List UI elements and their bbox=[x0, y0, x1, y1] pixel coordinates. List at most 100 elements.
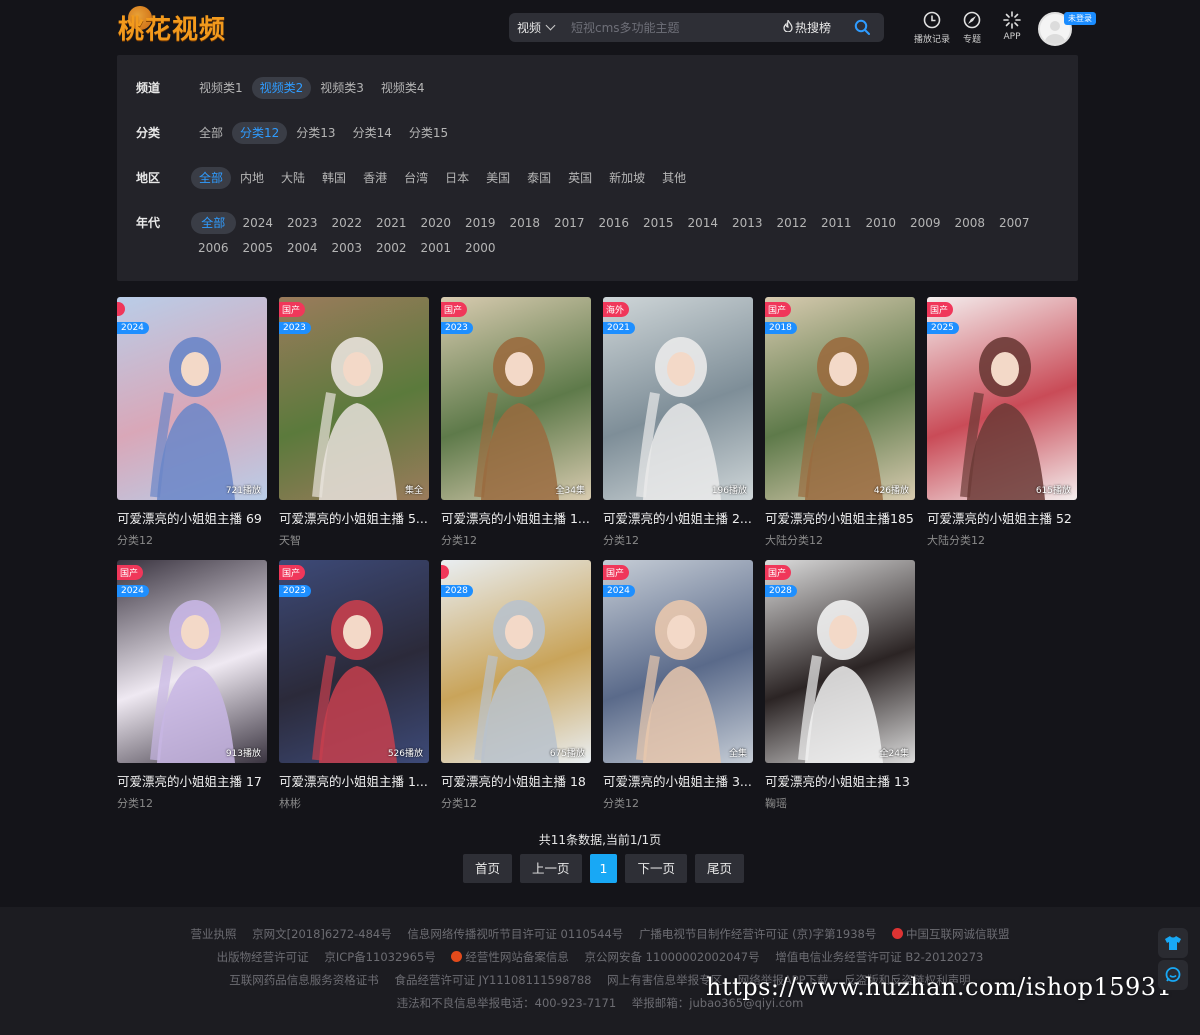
filter-option[interactable]: 2018 bbox=[503, 212, 548, 234]
filter-option[interactable]: 视频类1 bbox=[191, 77, 251, 99]
video-card[interactable]: 国产 2023 全34集可爱漂亮的小姐姐主播 1... 分类12 bbox=[441, 297, 591, 548]
filter-option[interactable]: 2000 bbox=[458, 237, 503, 259]
footer-link[interactable]: 增值电信业务经营许可证 B2-20120273 bbox=[775, 950, 983, 964]
filter-option[interactable]: 2008 bbox=[948, 212, 993, 234]
video-title[interactable]: 可爱漂亮的小姐姐主播 17 bbox=[117, 771, 267, 790]
filter-option[interactable]: 2024 bbox=[236, 212, 281, 234]
filter-option[interactable]: 2001 bbox=[414, 237, 459, 259]
nav-app[interactable]: APP bbox=[992, 11, 1032, 45]
footer-link[interactable]: 互联网药品信息服务资格证书 bbox=[229, 973, 379, 987]
filter-option[interactable]: 视频类4 bbox=[373, 77, 433, 99]
filter-option[interactable]: 2002 bbox=[369, 237, 414, 259]
video-subtitle[interactable]: 大陆分类12 bbox=[927, 532, 1077, 548]
filter-option[interactable]: 全部 bbox=[191, 212, 236, 234]
prev-page-button[interactable]: 上一页 bbox=[520, 854, 582, 883]
footer-link[interactable]: 食品经营许可证 JY11108111598788 bbox=[394, 973, 591, 987]
search-icon[interactable] bbox=[854, 19, 870, 35]
filter-option[interactable]: 2014 bbox=[681, 212, 726, 234]
filter-option[interactable]: 2013 bbox=[725, 212, 770, 234]
filter-option[interactable]: 英国 bbox=[560, 167, 600, 189]
video-card[interactable]: 国产 2023 526播放 可爱漂亮的小姐姐主播 1... 林彬 bbox=[279, 560, 429, 811]
video-title[interactable]: 可爱漂亮的小姐姐主播 18 bbox=[441, 771, 591, 790]
video-subtitle[interactable]: 鞠瑶 bbox=[765, 795, 915, 811]
video-thumbnail[interactable]: 海外 2021 196播放 bbox=[603, 297, 753, 500]
video-subtitle[interactable]: 分类12 bbox=[441, 532, 591, 548]
video-title[interactable]: 可爱漂亮的小姐姐主播 13 bbox=[765, 771, 915, 790]
filter-option[interactable]: 视频类2 bbox=[251, 77, 312, 99]
video-subtitle[interactable]: 林彬 bbox=[279, 795, 429, 811]
footer-link[interactable]: 出版物经营许可证 bbox=[217, 950, 309, 964]
filter-option[interactable]: 分类12 bbox=[232, 122, 288, 144]
filter-option[interactable]: 分类14 bbox=[345, 122, 400, 144]
theme-button[interactable] bbox=[1158, 928, 1188, 958]
video-card[interactable]: 国产 2024 全集 可爱漂亮的小姐姐主播 3... 分类12 bbox=[603, 560, 753, 811]
search-category-select[interactable]: 视频 bbox=[509, 19, 561, 36]
filter-option[interactable]: 2017 bbox=[547, 212, 592, 234]
filter-option[interactable]: 2010 bbox=[859, 212, 904, 234]
footer-link[interactable]: 京公网安备 11000002002047号 bbox=[585, 950, 760, 964]
filter-option[interactable]: 新加坡 bbox=[601, 167, 653, 189]
filter-option[interactable]: 大陆 bbox=[273, 167, 313, 189]
filter-option[interactable]: 2020 bbox=[414, 212, 459, 234]
filter-option[interactable]: 2019 bbox=[458, 212, 503, 234]
video-subtitle[interactable]: 分类12 bbox=[603, 532, 753, 548]
video-thumbnail[interactable]: 2024 721播放 bbox=[117, 297, 267, 500]
filter-option[interactable]: 视频类3 bbox=[312, 77, 372, 99]
video-card[interactable]: 国产 2023 集全可爱漂亮的小姐姐主播 5... 天智 bbox=[279, 297, 429, 548]
video-thumbnail[interactable]: 国产 2028 全24集 bbox=[765, 560, 915, 763]
video-thumbnail[interactable]: 国产 2024 全集 bbox=[603, 560, 753, 763]
video-card[interactable]: 国产 2024 913播放可爱漂亮的小姐姐主播 17 分类12 bbox=[117, 560, 267, 811]
video-title[interactable]: 可爱漂亮的小姐姐主播 5... bbox=[279, 508, 429, 527]
footer-link[interactable]: 京网文[2018]6272-484号 bbox=[252, 927, 392, 941]
footer-link-record[interactable]: 经营性网站备案信息 bbox=[451, 950, 569, 964]
video-subtitle[interactable]: 天智 bbox=[279, 532, 429, 548]
filter-option[interactable]: 内地 bbox=[232, 167, 272, 189]
video-thumbnail[interactable]: 国产 2024 913播放 bbox=[117, 560, 267, 763]
video-card[interactable]: 2024 721播放 可爱漂亮的小姐姐主播 69 分类12 bbox=[117, 297, 267, 548]
filter-option[interactable]: 2009 bbox=[903, 212, 948, 234]
video-card[interactable]: 2028 675播放 可爱漂亮的小姐姐主播 18 分类12 bbox=[441, 560, 591, 811]
filter-option[interactable]: 2015 bbox=[636, 212, 681, 234]
nav-topics[interactable]: 专题 bbox=[952, 11, 992, 45]
filter-option[interactable]: 2004 bbox=[280, 237, 325, 259]
filter-option[interactable]: 泰国 bbox=[519, 167, 559, 189]
filter-option[interactable]: 2022 bbox=[325, 212, 370, 234]
video-title[interactable]: 可爱漂亮的小姐姐主播185 bbox=[765, 508, 915, 527]
filter-option[interactable]: 2005 bbox=[236, 237, 281, 259]
filter-option[interactable]: 台湾 bbox=[396, 167, 436, 189]
last-page-button[interactable]: 尾页 bbox=[695, 854, 745, 883]
filter-option[interactable]: 2003 bbox=[325, 237, 370, 259]
filter-option[interactable]: 分类15 bbox=[401, 122, 456, 144]
filter-option[interactable]: 香港 bbox=[355, 167, 395, 189]
video-thumbnail[interactable]: 国产 2023 集全 bbox=[279, 297, 429, 500]
filter-option[interactable]: 2011 bbox=[814, 212, 859, 234]
filter-option[interactable]: 美国 bbox=[478, 167, 518, 189]
nav-history[interactable]: 播放记录 bbox=[912, 11, 952, 45]
video-title[interactable]: 可爱漂亮的小姐姐主播 3... bbox=[603, 771, 753, 790]
footer-link[interactable]: 广播电视节目制作经营许可证 (京)字第1938号 bbox=[639, 927, 876, 941]
video-thumbnail[interactable]: 国产 2018 426播放 bbox=[765, 297, 915, 500]
filter-option[interactable]: 全部 bbox=[191, 122, 231, 144]
search-input[interactable] bbox=[571, 20, 781, 35]
video-card[interactable]: 国产 2025 615播放 可爱漂亮的小姐姐主播 52 大陆分类12 bbox=[927, 297, 1077, 548]
video-card[interactable]: 国产 2018 426播放 可爱漂亮的小姐姐主播185 大陆分类12 bbox=[765, 297, 915, 548]
video-card[interactable]: 国产 2028 全24集可爱漂亮的小姐姐主播 13 鞠瑶 bbox=[765, 560, 915, 811]
next-page-button[interactable]: 下一页 bbox=[625, 854, 687, 883]
filter-option[interactable]: 韩国 bbox=[314, 167, 354, 189]
video-thumbnail[interactable]: 国产 2023 526播放 bbox=[279, 560, 429, 763]
footer-link[interactable]: 网上有害信息举报专区 bbox=[607, 973, 722, 987]
footer-link-credit[interactable]: 中国互联网诚信联盟 bbox=[892, 927, 1010, 941]
current-page-button[interactable]: 1 bbox=[589, 854, 618, 883]
filter-option[interactable]: 2023 bbox=[280, 212, 325, 234]
video-subtitle[interactable]: 分类12 bbox=[117, 795, 267, 811]
video-title[interactable]: 可爱漂亮的小姐姐主播 1... bbox=[441, 508, 591, 527]
video-thumbnail[interactable]: 国产 2023 全34集 bbox=[441, 297, 591, 500]
video-card[interactable]: 海外 2021 196播放 可爱漂亮的小姐姐主播 2... 分类12 bbox=[603, 297, 753, 548]
video-thumbnail[interactable]: 国产 2025 615播放 bbox=[927, 297, 1077, 500]
filter-option[interactable]: 分类13 bbox=[288, 122, 343, 144]
filter-option[interactable]: 2007 bbox=[992, 212, 1037, 234]
filter-option[interactable]: 2006 bbox=[191, 237, 236, 259]
first-page-button[interactable]: 首页 bbox=[463, 854, 513, 883]
hot-search-button[interactable]: 热搜榜 bbox=[783, 19, 831, 36]
footer-link[interactable]: 信息网络传播视听节目许可证 0110544号 bbox=[407, 927, 623, 941]
